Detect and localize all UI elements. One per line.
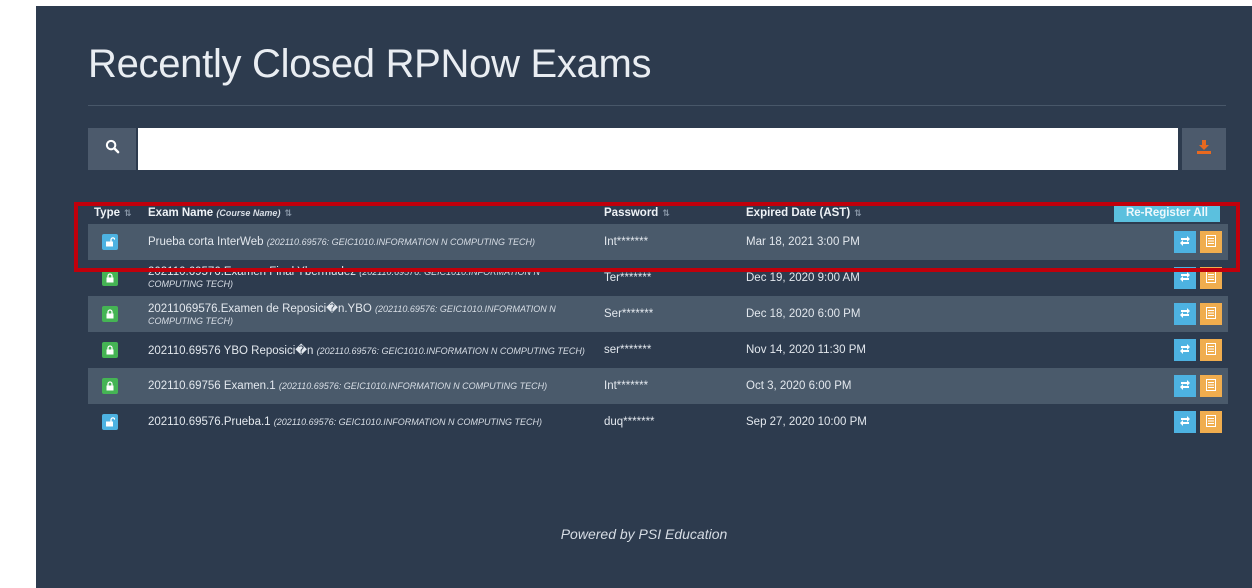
table-row: 202110.69576.Examen Final Ybermudez (202…	[88, 260, 1228, 296]
reregister-button[interactable]	[1174, 411, 1196, 433]
lock-icon	[102, 378, 118, 394]
log-button[interactable]	[1200, 231, 1222, 253]
exam-name-cell: Prueba corta InterWeb (202110.69576: GEI…	[142, 224, 598, 260]
actions-cell	[990, 260, 1228, 296]
table-header-row: Type ⇅ Exam Name (Course Name) ⇅ Password ⇅…	[88, 202, 1228, 224]
table-row: Prueba corta InterWeb (202110.69576: GEI…	[88, 224, 1228, 260]
reregister-icon	[1179, 307, 1191, 322]
log-button[interactable]	[1200, 375, 1222, 397]
exam-name: 202110.69756 Examen.1	[148, 380, 276, 392]
document-icon	[1206, 414, 1216, 430]
exam-name-cell: 20211069576.Examen de Reposici�n.YBO (20…	[142, 296, 598, 332]
reregister-button[interactable]	[1174, 375, 1196, 397]
sort-icon: ⇅	[662, 208, 670, 218]
exam-name-cell: 202110.69576 YBO Reposici�n (202110.6957…	[142, 332, 598, 368]
title-divider	[88, 105, 1226, 106]
table-row: 202110.69576.Prueba.1 (202110.69576: GEI…	[88, 404, 1228, 440]
table-row: 202110.69576 YBO Reposici�n (202110.6957…	[88, 332, 1228, 368]
download-icon	[1197, 139, 1211, 159]
table-row: 20211069576.Examen de Reposici�n.YBO (20…	[88, 296, 1228, 332]
expired-date-cell: Dec 18, 2020 6:00 PM	[746, 308, 861, 320]
course-name: (202110.69576: GEIC1010.INFORMATION N CO…	[266, 237, 535, 247]
log-button[interactable]	[1200, 267, 1222, 289]
exam-name: Prueba corta InterWeb	[148, 236, 264, 248]
reregister-button[interactable]	[1174, 267, 1196, 289]
sort-icon: ⇅	[854, 208, 862, 218]
password-cell: Int*******	[604, 236, 649, 248]
reregister-icon	[1179, 271, 1191, 286]
log-button[interactable]	[1200, 339, 1222, 361]
exams-table: Type ⇅ Exam Name (Course Name) ⇅ Password ⇅…	[88, 202, 1228, 440]
type-cell	[88, 260, 142, 296]
column-header-exam-name[interactable]: Exam Name (Course Name) ⇅	[142, 202, 598, 224]
search-input[interactable]	[138, 128, 1178, 170]
page-title: Recently Closed RPNow Exams	[88, 42, 652, 86]
exams-panel: Recently Closed RPNow Exams Type ⇅ Exam …	[36, 6, 1252, 588]
reregister-all-button[interactable]: Re-Register All	[1113, 204, 1220, 222]
password-cell: Ter*******	[604, 272, 652, 284]
log-button[interactable]	[1200, 303, 1222, 325]
search-button[interactable]	[88, 128, 136, 170]
reregister-icon	[1179, 379, 1191, 394]
exam-name-cell: 202110.69576.Prueba.1 (202110.69576: GEI…	[142, 404, 598, 440]
document-icon	[1206, 270, 1216, 286]
password-cell: ser*******	[604, 344, 652, 356]
expired-date-cell: Nov 14, 2020 11:30 PM	[746, 344, 866, 356]
lock-icon	[102, 342, 118, 358]
password-cell: duq*******	[604, 416, 655, 428]
document-icon	[1206, 306, 1216, 322]
unlocked-icon	[102, 234, 118, 250]
actions-cell	[990, 296, 1228, 332]
type-cell	[88, 368, 142, 404]
footer-powered-by: Powered by PSI Education	[560, 526, 728, 542]
password-cell: Ser*******	[604, 308, 654, 320]
course-name: (202110.69576: GEIC1010.INFORMATION N CO…	[278, 381, 548, 391]
actions-cell	[990, 404, 1228, 440]
reregister-button[interactable]	[1174, 303, 1196, 325]
reregister-icon	[1179, 343, 1191, 358]
expired-date-cell: Dec 19, 2020 9:00 AM	[746, 272, 860, 284]
reregister-icon	[1179, 415, 1191, 430]
exam-name-cell: 202110.69756 Examen.1 (202110.69576: GEI…	[142, 368, 598, 404]
column-header-actions: Re-Register All	[990, 202, 1228, 224]
exam-name: 202110.69576.Prueba.1	[148, 416, 271, 428]
exam-name: 202110.69576.Examen Final Ybermudez	[148, 266, 356, 278]
reregister-button[interactable]	[1174, 339, 1196, 361]
actions-cell	[990, 368, 1228, 404]
password-cell: Int*******	[604, 380, 649, 392]
course-name: (202110.69576: GEIC1010.INFORMATION N CO…	[273, 417, 543, 427]
log-button[interactable]	[1200, 411, 1222, 433]
actions-cell	[990, 224, 1228, 260]
document-icon	[1206, 342, 1216, 358]
type-cell	[88, 332, 142, 368]
download-button[interactable]	[1182, 128, 1226, 170]
unlocked-icon	[102, 414, 118, 430]
table-row: 202110.69756 Examen.1 (202110.69576: GEI…	[88, 368, 1228, 404]
expired-date-cell: Mar 18, 2021 3:00 PM	[746, 236, 860, 248]
course-name: (202110.69576: GEIC1010.INFORMATION N CO…	[316, 346, 585, 356]
expired-date-cell: Sep 27, 2020 10:00 PM	[746, 416, 867, 428]
lock-icon	[102, 306, 118, 322]
lock-icon	[102, 270, 118, 286]
course-name-hint: (Course Name)	[216, 208, 281, 218]
exam-name: 20211069576.Examen de Reposici�n.YBO	[148, 303, 372, 315]
actions-cell	[990, 332, 1228, 368]
sort-icon: ⇅	[124, 208, 132, 218]
sort-icon: ⇅	[284, 208, 292, 218]
document-icon	[1206, 234, 1216, 250]
reregister-icon	[1179, 235, 1191, 250]
reregister-button[interactable]	[1174, 231, 1196, 253]
search-icon	[105, 139, 120, 159]
column-header-expired-date[interactable]: Expired Date (AST) ⇅	[740, 202, 990, 224]
expired-date-cell: Oct 3, 2020 6:00 PM	[746, 380, 852, 392]
column-header-type[interactable]: Type ⇅	[88, 202, 142, 224]
exam-name: 202110.69576 YBO Reposici�n	[148, 345, 314, 357]
type-cell	[88, 296, 142, 332]
type-cell	[88, 404, 142, 440]
document-icon	[1206, 378, 1216, 394]
column-header-password[interactable]: Password ⇅	[598, 202, 740, 224]
type-cell	[88, 224, 142, 260]
exam-name-cell: 202110.69576.Examen Final Ybermudez (202…	[142, 260, 598, 296]
